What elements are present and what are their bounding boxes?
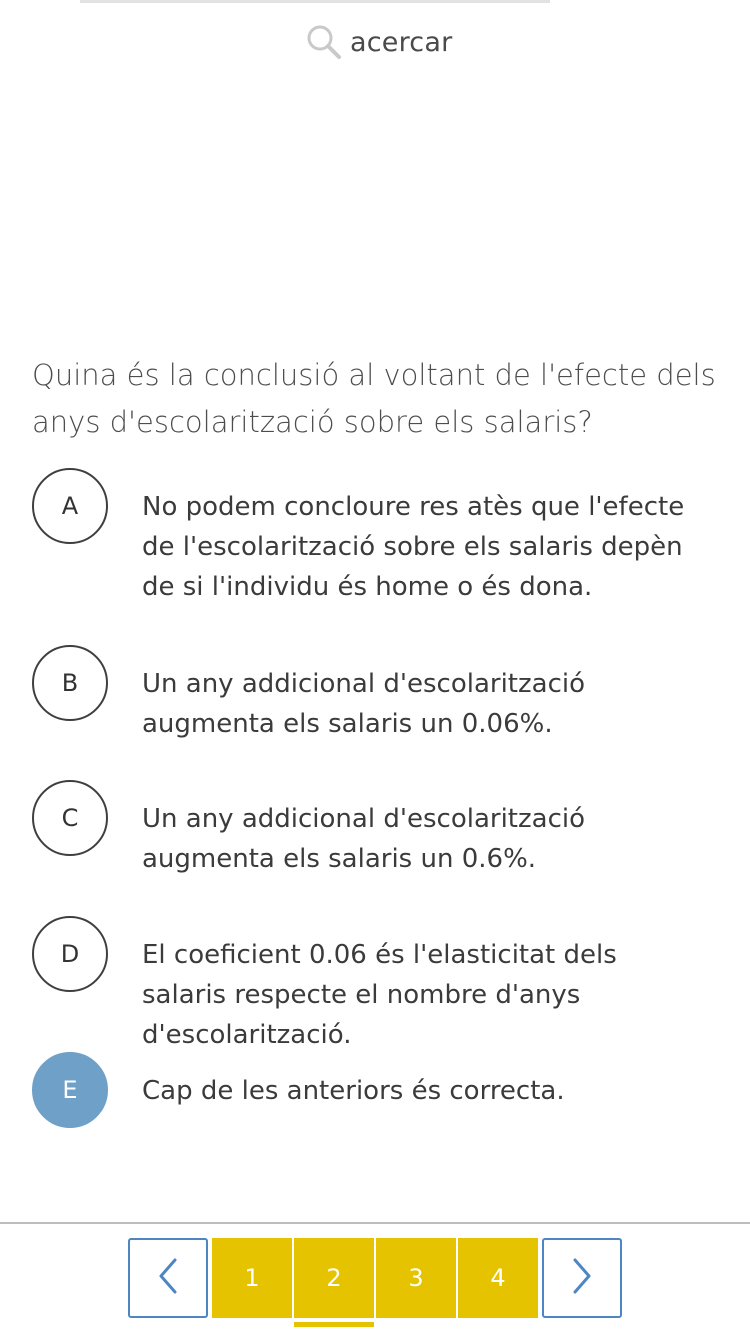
page-button-4[interactable]: 4 — [458, 1238, 538, 1318]
top-divider — [80, 0, 550, 3]
page-button-3[interactable]: 3 — [376, 1238, 456, 1318]
option-letter-c[interactable]: C — [32, 780, 108, 856]
option-text-b: Un any addicional d'escolarització augme… — [142, 669, 585, 739]
option-letter-b[interactable]: B — [32, 645, 108, 721]
option-text-c: Un any addicional d'escolarització augme… — [142, 804, 585, 874]
zoom-link[interactable]: acercar — [306, 22, 452, 62]
search-icon — [306, 24, 342, 60]
option-a[interactable]: A No podem concloure res atès que l'efec… — [32, 468, 722, 607]
chevron-right-icon — [567, 1256, 597, 1300]
option-text-e: Cap de les anteriors és correcta. — [142, 1076, 565, 1106]
question-text: Quina és la conclusió al voltant de l'ef… — [32, 358, 716, 439]
option-letter-d[interactable]: D — [32, 916, 108, 992]
current-page-indicator — [294, 1322, 374, 1327]
option-d[interactable]: D El coeficient 0.06 és l'elasticitat de… — [32, 916, 722, 1055]
page-button-2[interactable]: 2 — [294, 1238, 374, 1318]
option-letter-a[interactable]: A — [32, 468, 108, 544]
next-page-button[interactable] — [542, 1238, 622, 1318]
chevron-left-icon — [153, 1256, 183, 1300]
prev-page-button[interactable] — [128, 1238, 208, 1318]
zoom-label: acercar — [350, 26, 453, 58]
option-c[interactable]: C Un any addicional d'escolarització aug… — [32, 780, 722, 879]
option-text-a: No podem concloure res atès que l'efecte… — [142, 492, 685, 602]
option-letter-e[interactable]: E — [32, 1052, 108, 1128]
bottom-divider — [0, 1222, 750, 1224]
option-b[interactable]: B Un any addicional d'escolarització aug… — [32, 645, 722, 744]
option-e[interactable]: E Cap de les anteriors és correcta. — [32, 1052, 722, 1128]
option-text-d: El coeficient 0.06 és l'elasticitat dels… — [142, 940, 617, 1050]
page-button-1[interactable]: 1 — [212, 1238, 292, 1318]
